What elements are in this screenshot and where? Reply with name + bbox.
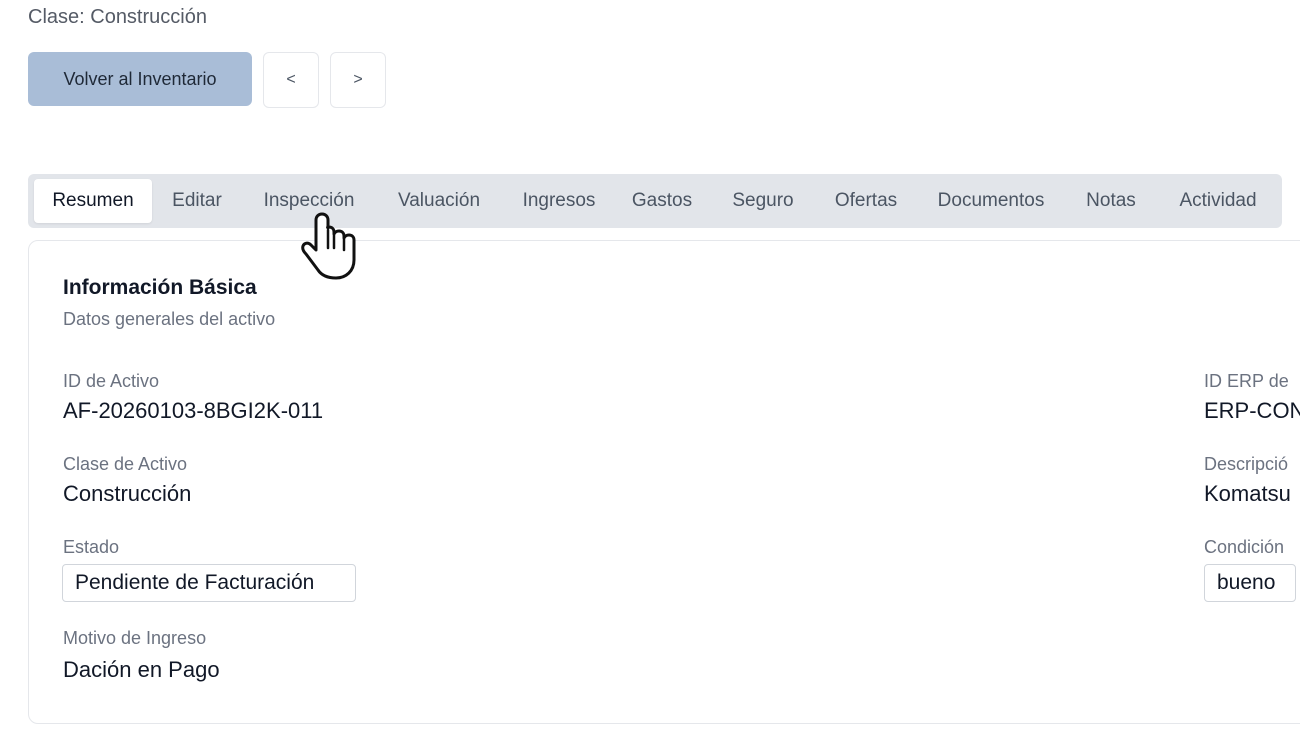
tab-ingresos[interactable]: Ingresos xyxy=(510,179,608,223)
asset-class-value: Construcción xyxy=(63,481,192,506)
status-badge: Pendiente de Facturación xyxy=(62,564,356,602)
tab-ofertas[interactable]: Ofertas xyxy=(824,179,908,223)
chevron-left-icon: < xyxy=(286,71,296,88)
next-button[interactable]: > xyxy=(330,52,386,108)
tab-documentos[interactable]: Documentos xyxy=(926,179,1056,223)
tab-seguro[interactable]: Seguro xyxy=(722,179,804,223)
asset-id-value: AF-20260103-8BGI2K-011 xyxy=(63,398,324,423)
tab-valuacion[interactable]: Valuación xyxy=(384,179,494,223)
description-value: Komatsu xyxy=(1204,481,1291,506)
tab-bar: Resumen Editar Inspección Valuación Ingr… xyxy=(28,174,1282,228)
tab-editar[interactable]: Editar xyxy=(160,179,234,223)
previous-button[interactable]: < xyxy=(263,52,319,108)
erp-id-value: ERP-CON xyxy=(1204,398,1300,423)
erp-id-label: ID ERP de xyxy=(1204,371,1289,391)
reason-value: Dación en Pago xyxy=(63,657,220,682)
condition-label: Condición xyxy=(1204,537,1285,557)
hand-pointer-icon xyxy=(301,212,356,280)
asset-class-header: Clase: Construcción xyxy=(28,6,207,28)
tab-resumen[interactable]: Resumen xyxy=(34,179,152,223)
tab-gastos[interactable]: Gastos xyxy=(624,179,700,223)
chevron-right-icon: > xyxy=(353,71,363,88)
description-label: Descripció xyxy=(1204,454,1289,474)
card-subtitle: Datos generales del activo xyxy=(63,309,276,329)
asset-id-label: ID de Activo xyxy=(63,371,160,391)
reason-label: Motivo de Ingreso xyxy=(63,628,207,648)
status-label: Estado xyxy=(63,537,120,557)
card-title: Información Básica xyxy=(63,276,257,299)
back-to-inventory-button[interactable]: Volver al Inventario xyxy=(28,52,252,106)
asset-class-label: Clase de Activo xyxy=(63,454,188,474)
tab-notas[interactable]: Notas xyxy=(1078,179,1144,223)
tab-actividad[interactable]: Actividad xyxy=(1168,179,1268,223)
condition-badge: bueno xyxy=(1204,564,1296,602)
